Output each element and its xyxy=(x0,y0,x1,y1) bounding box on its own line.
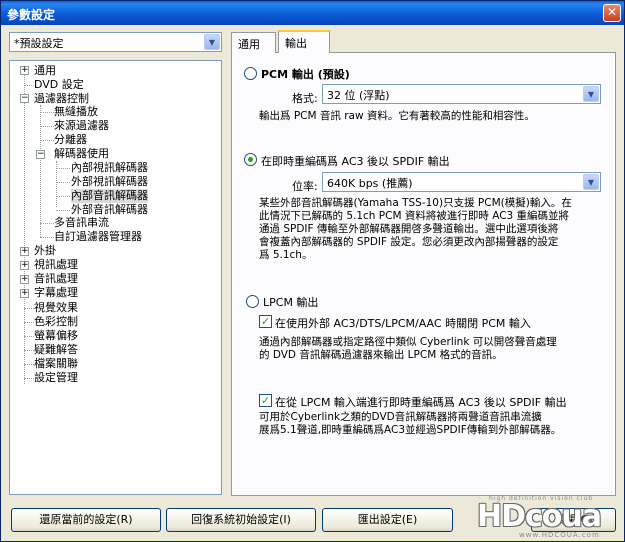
tree-item-file-association[interactable]: 檔案關聯 xyxy=(34,357,78,371)
tree-connector xyxy=(56,182,70,183)
tree-item-visual-effects[interactable]: 視覺效果 xyxy=(34,301,78,315)
tree-connector xyxy=(24,378,34,379)
watermark-url: www.HDCOUA.com xyxy=(519,531,600,539)
tree-connector xyxy=(24,322,34,323)
tree-connector xyxy=(40,237,54,238)
tree-connector xyxy=(40,112,54,113)
disable-pcm-input-label: 在使用外部 AC3/DTS/LPCM/AAC 時關閉 PCM 輸入 xyxy=(275,317,531,330)
tree-item-general[interactable]: 通用 xyxy=(34,64,56,78)
tree-item-color-control[interactable]: 色彩控制 xyxy=(34,315,78,329)
format-select[interactable]: 32 位 (浮點) ▼ xyxy=(322,84,601,104)
tree-item-custom-filter-manager[interactable]: 自訂過濾器管理器 xyxy=(54,230,142,244)
tree-connector xyxy=(56,196,70,197)
tree-connector xyxy=(24,308,34,309)
tree-item-plugins[interactable]: 外掛 xyxy=(34,244,56,258)
ac3-spdif-label: 在即時重編碼爲 AC3 後以 SPDIF 輸出 xyxy=(261,155,450,168)
tree-item-filter-control[interactable]: 過濾器控制 xyxy=(34,92,89,106)
restore-current-settings-button[interactable]: 還原當前的設定(R) xyxy=(11,508,161,532)
profile-value: *預設設定 xyxy=(14,37,64,50)
pcm-output-radio[interactable] xyxy=(244,67,257,80)
format-label: 格式: xyxy=(292,92,318,105)
tree-expand-icon[interactable]: + xyxy=(20,275,29,284)
lpcm-output-label: LPCM 輸出 xyxy=(263,296,319,309)
title-bar[interactable]: 參數設定 ✕ xyxy=(1,1,624,25)
pcm-output-label: PCM 輸出 (預設) xyxy=(261,68,350,81)
disable-pcm-input-description: 通過內部解碼器或指定路徑中類似 Cyberlink 可以開啓聲音處理 的 DVD… xyxy=(259,336,557,361)
profile-select[interactable]: *預設設定 ▼ xyxy=(9,32,222,52)
tree-item-audio-processing[interactable]: 音訊處理 xyxy=(34,272,78,286)
tree-item-video-processing[interactable]: 視訊處理 xyxy=(34,258,78,272)
settings-window: 參數設定 ✕ *預設設定 ▼ + − − + + + + 通用 DVD 設定 過… xyxy=(0,0,625,542)
tree-collapse-icon[interactable]: − xyxy=(20,94,29,103)
tree-connector xyxy=(40,105,41,237)
chevron-down-icon[interactable]: ▼ xyxy=(583,86,599,102)
chevron-down-icon[interactable]: ▼ xyxy=(583,174,599,190)
tree-expand-icon[interactable]: + xyxy=(20,247,29,256)
ac3-spdif-radio[interactable] xyxy=(244,153,257,166)
bitrate-label: 位率: xyxy=(292,180,318,193)
lpcm-output-radio[interactable] xyxy=(246,295,259,308)
tree-item-settings-management[interactable]: 設定管理 xyxy=(34,371,78,385)
tree-item-external-video-decoder[interactable]: 外部視訊解碼器 xyxy=(71,175,148,189)
tree-item-decoder-usage[interactable]: 解碼器使用 xyxy=(54,147,109,161)
tree-expand-icon[interactable]: + xyxy=(20,289,29,298)
tree-item-internal-audio-decoder[interactable]: 內部音訊解碼器 xyxy=(71,189,148,203)
tree-item-subtitle-processing[interactable]: 字幕處理 xyxy=(34,286,78,300)
tree-item-troubleshooting[interactable]: 疑難解答 xyxy=(34,343,78,357)
tree-item-source-filter[interactable]: 來源過濾器 xyxy=(54,119,109,133)
close-button[interactable]: 關閉(C) xyxy=(531,508,616,532)
watermark-tagline: high definition vision club xyxy=(489,495,594,502)
ac3-description: 某些外部音訊解碼器(Yamaha TSS-10)只支援 PCM(模擬)輸入。在 … xyxy=(259,197,572,261)
tree-connector xyxy=(40,223,54,224)
lpcm-ac3-spdif-description: 可用於Cyberlink之類的DVD音訊解碼器將兩聲道音訊串流擴 展爲5.1聲道… xyxy=(259,411,562,436)
tree-item-internal-video-decoder[interactable]: 內部視訊解碼器 xyxy=(71,161,148,175)
settings-tree: + − − + + + + 通用 DVD 設定 過濾器控制 無縫播放 來源過濾器… xyxy=(9,60,222,495)
tab-output[interactable]: 輸出 xyxy=(278,30,330,53)
lpcm-ac3-spdif-label: 在從 LPCM 輸入端進行即時重編碼爲 AC3 後以 SPDIF 輸出 xyxy=(275,396,567,409)
tree-expand-icon[interactable]: + xyxy=(20,66,29,75)
tree-connector xyxy=(24,336,34,337)
tree-connector xyxy=(56,168,70,169)
tree-connector xyxy=(24,364,34,365)
export-settings-button[interactable]: 匯出設定(E) xyxy=(322,508,453,532)
tree-item-multi-audio-stream[interactable]: 多音訊串流 xyxy=(54,216,109,230)
pcm-description: 輸出爲 PCM 音訊 raw 資料。它有著較高的性能和相容性。 xyxy=(259,110,535,122)
close-icon[interactable]: ✕ xyxy=(603,4,621,22)
bitrate-select[interactable]: 640K bps (推薦) ▼ xyxy=(322,172,601,192)
tree-connector xyxy=(56,210,70,211)
tree-item-screen-offset[interactable]: 螢幕偏移 xyxy=(34,329,78,343)
reset-defaults-button[interactable]: 回復系統初始設定(I) xyxy=(166,508,316,532)
tree-collapse-icon[interactable]: − xyxy=(36,150,45,159)
tree-connector xyxy=(40,126,54,127)
tab-general[interactable]: 通用 xyxy=(231,32,276,53)
tree-item-dvd-settings[interactable]: DVD 設定 xyxy=(34,78,84,92)
chevron-down-icon[interactable]: ▼ xyxy=(204,34,220,50)
format-value: 32 位 (浮點) xyxy=(327,89,390,102)
tree-item-seamless-playback[interactable]: 無縫播放 xyxy=(54,105,98,119)
tree-connector xyxy=(24,350,34,351)
tree-connector xyxy=(40,140,54,141)
tree-item-external-audio-decoder[interactable]: 外部音訊解碼器 xyxy=(71,203,148,217)
tree-item-splitter[interactable]: 分離器 xyxy=(54,133,87,147)
output-tab-panel: PCM 輸出 (預設) 格式: 32 位 (浮點) ▼ 輸出爲 PCM 音訊 r… xyxy=(231,52,616,496)
tree-connector xyxy=(24,71,25,384)
lpcm-ac3-spdif-checkbox[interactable]: ✓ xyxy=(259,394,272,407)
tree-connector xyxy=(24,85,34,86)
window-title: 參數設定 xyxy=(7,8,56,22)
tree-expand-icon[interactable]: + xyxy=(20,261,29,270)
disable-pcm-input-checkbox[interactable]: ✓ xyxy=(259,315,272,328)
bitrate-value: 640K bps (推薦) xyxy=(327,177,413,190)
